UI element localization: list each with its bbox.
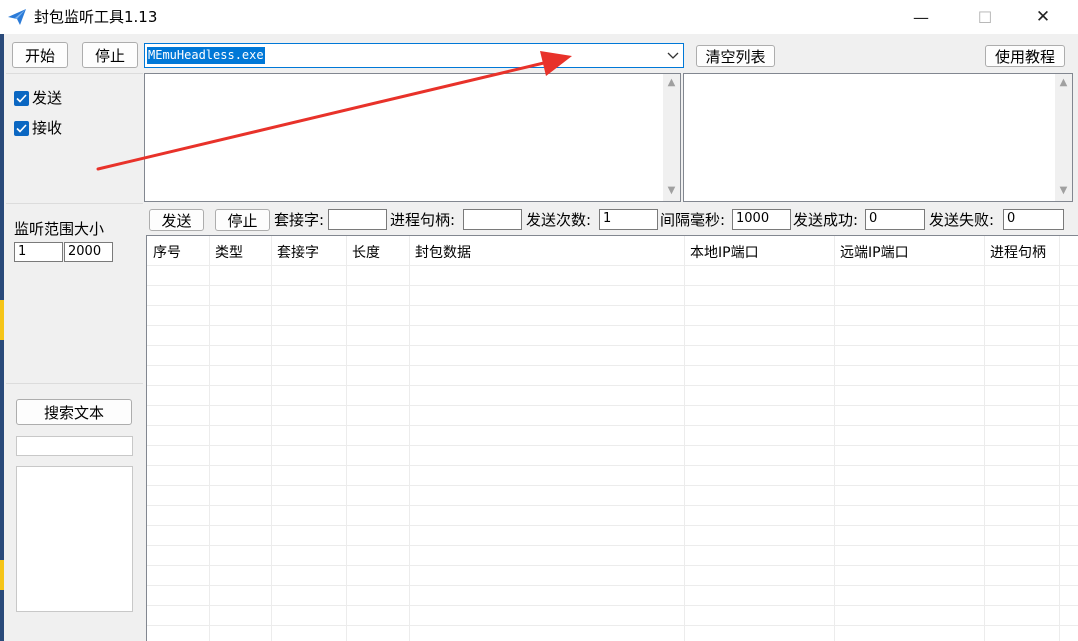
annotation-arrow [96,51,572,171]
